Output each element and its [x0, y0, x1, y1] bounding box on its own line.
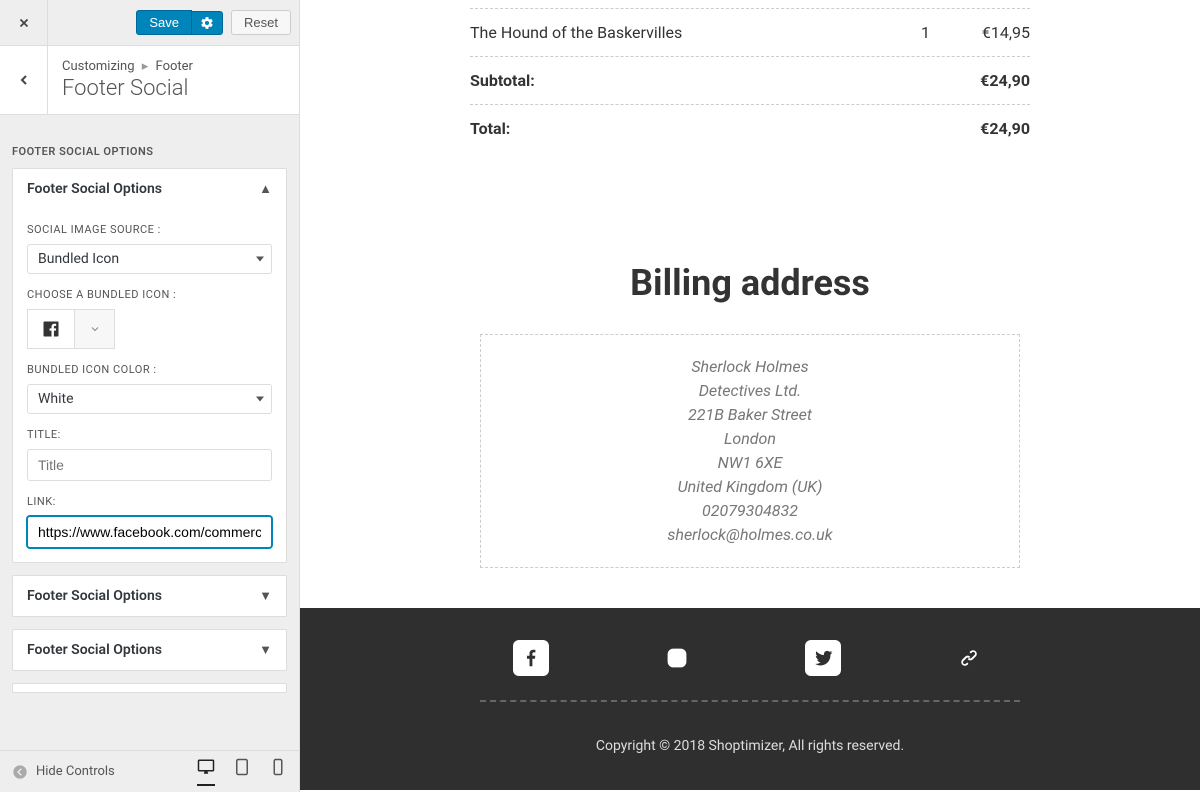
select-icon-color[interactable]: White [27, 384, 272, 414]
table-row: The Hound of the Baskervilles 1 €14,95 [470, 8, 1030, 57]
product-name: The Hound of the Baskervilles [470, 23, 830, 42]
subtotal-row: Subtotal: €24,90 [470, 57, 1030, 105]
mobile-icon [269, 758, 287, 776]
save-button[interactable]: Save [136, 10, 192, 35]
settings-button[interactable] [191, 11, 223, 35]
bottom-bar: Hide Controls [0, 750, 299, 792]
facebook-icon [41, 319, 61, 339]
chevron-up-icon: ▲ [259, 181, 272, 197]
billing-line: London [501, 427, 999, 451]
site-footer: Copyright © 2018 Shoptimizer, All rights… [300, 608, 1200, 790]
chevron-down-icon [89, 323, 101, 335]
link-icon [958, 647, 980, 669]
icon-picker-current[interactable] [27, 309, 75, 349]
desktop-icon [197, 758, 215, 776]
preview-pane: The Hound of the Baskervilles 1 €14,95 S… [300, 0, 1200, 792]
footer-social-twitter[interactable] [805, 640, 841, 676]
icon-picker-dropdown[interactable] [75, 309, 115, 349]
panel-title: Footer Social [62, 76, 193, 101]
collapse-icon [12, 764, 28, 780]
total-row: Total: €24,90 [470, 105, 1030, 152]
instagram-icon [666, 647, 688, 669]
total-value: €24,90 [930, 119, 1030, 138]
billing-line: NW1 6XE [501, 451, 999, 475]
footer-social-instagram[interactable] [659, 640, 695, 676]
device-mobile[interactable] [269, 758, 287, 786]
label-title: TITLE: [27, 428, 272, 441]
billing-line: Sherlock Holmes [501, 355, 999, 379]
breadcrumb-root: Customizing [62, 59, 135, 74]
twitter-icon [812, 647, 834, 669]
accordion-header[interactable]: Footer Social Options ▼ [13, 576, 286, 616]
device-switcher [197, 758, 287, 786]
accordion-title: Footer Social Options [27, 588, 162, 604]
label-source: SOCIAL IMAGE SOURCE : [27, 223, 272, 236]
accordion-social-2: Footer Social Options ▼ [12, 575, 287, 617]
accordion-title: Footer Social Options [27, 642, 162, 658]
chevron-down-icon: ▼ [259, 588, 272, 604]
close-button[interactable] [0, 0, 48, 46]
billing-line: United Kingdom (UK) [501, 475, 999, 499]
billing-line: 221B Baker Street [501, 403, 999, 427]
hide-controls-label: Hide Controls [36, 764, 115, 779]
chevron-left-icon [16, 72, 32, 88]
icon-picker [27, 309, 272, 349]
tablet-icon [233, 758, 251, 776]
label-link: LINK: [27, 495, 272, 508]
input-link[interactable] [27, 516, 272, 548]
billing-line: Detectives Ltd. [501, 379, 999, 403]
gear-icon [200, 16, 214, 30]
billing-address-box: Sherlock Holmes Detectives Ltd. 221B Bak… [480, 334, 1020, 568]
breadcrumb-parent[interactable]: Footer [156, 59, 193, 74]
select-social-source[interactable]: Bundled Icon [27, 244, 272, 274]
accordion-header[interactable]: Footer Social Options ▲ [13, 169, 286, 209]
label-bundled-icon: CHOOSE A BUNDLED ICON : [27, 288, 272, 301]
total-label: Total: [470, 119, 930, 138]
top-actions: Save Reset [48, 10, 299, 35]
breadcrumb-section: Customizing ▸ Footer Footer Social [0, 46, 299, 115]
accordion-title: Footer Social Options [27, 181, 162, 197]
chevron-down-icon: ▼ [259, 642, 272, 658]
accordion-social-3: Footer Social Options ▼ [12, 629, 287, 671]
input-title[interactable] [27, 449, 272, 481]
breadcrumb-separator: ▸ [142, 59, 149, 74]
back-button[interactable] [0, 46, 48, 114]
sidebar-top-bar: Save Reset [0, 0, 299, 46]
product-qty: 1 [830, 23, 930, 42]
billing-line: sherlock@holmes.co.uk [501, 523, 999, 547]
subtotal-value: €24,90 [930, 71, 1030, 90]
device-tablet[interactable] [233, 758, 251, 786]
footer-social-link[interactable] [951, 640, 987, 676]
accordion-body: SOCIAL IMAGE SOURCE : Bundled Icon CHOOS… [13, 223, 286, 562]
accordion-social-4 [12, 683, 287, 693]
footer-social-icons [300, 608, 1200, 700]
facebook-icon [520, 647, 542, 669]
device-desktop[interactable] [197, 758, 215, 786]
breadcrumb: Customizing ▸ Footer Footer Social [48, 49, 207, 111]
close-icon [17, 16, 31, 30]
footer-copyright: Copyright © 2018 Shoptimizer, All rights… [300, 702, 1200, 790]
section-heading: FOOTER SOCIAL OPTIONS [12, 145, 287, 158]
footer-social-facebook[interactable] [513, 640, 549, 676]
product-price: €14,95 [930, 23, 1030, 42]
billing-heading: Billing address [300, 262, 1200, 304]
reset-button[interactable]: Reset [231, 10, 291, 35]
label-color: BUNDLED ICON COLOR : [27, 363, 272, 376]
customizer-sidebar: Save Reset Customizing ▸ Footer Footer S… [0, 0, 300, 792]
order-summary-table: The Hound of the Baskervilles 1 €14,95 S… [470, 8, 1030, 152]
panel-body: FOOTER SOCIAL OPTIONS Footer Social Opti… [0, 115, 299, 750]
accordion-social-1: Footer Social Options ▲ SOCIAL IMAGE SOU… [12, 168, 287, 563]
billing-line: 02079304832 [501, 499, 999, 523]
accordion-header[interactable]: Footer Social Options ▼ [13, 630, 286, 670]
hide-controls-button[interactable]: Hide Controls [12, 764, 115, 780]
subtotal-label: Subtotal: [470, 71, 930, 90]
